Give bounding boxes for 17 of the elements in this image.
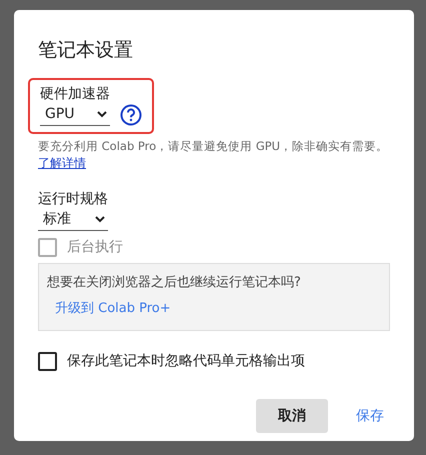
accelerator-dropdown[interactable]: GPU: [40, 103, 110, 126]
cancel-button[interactable]: 取消: [256, 399, 328, 433]
help-icon[interactable]: [120, 104, 142, 126]
checkbox-label: 后台执行: [67, 238, 123, 257]
runtime-dropdown[interactable]: 标准: [38, 208, 108, 231]
checkbox[interactable]: [38, 352, 57, 370]
info-text: 想要在关闭浏览器之后也继续运行笔记本吗?: [47, 274, 302, 292]
field-label: 硬件加速器: [40, 85, 111, 103]
dialog-title: 笔记本设置: [38, 38, 133, 62]
field-label: 运行时规格: [38, 190, 108, 208]
upgrade-link[interactable]: 升级到 Colab Pro+: [47, 300, 381, 318]
save-button[interactable]: 保存: [350, 399, 390, 433]
caret-icon: [95, 216, 105, 222]
learn-more-link[interactable]: 了解详情: [38, 154, 86, 172]
hint-text: 要充分利用 Colab Pro，请尽量避免使用 GPU，除非确实有需要。: [38, 138, 388, 154]
checkbox-label: 保存此笔记本时忽略代码单元格输出项: [67, 352, 305, 371]
caret-icon: [97, 110, 107, 118]
